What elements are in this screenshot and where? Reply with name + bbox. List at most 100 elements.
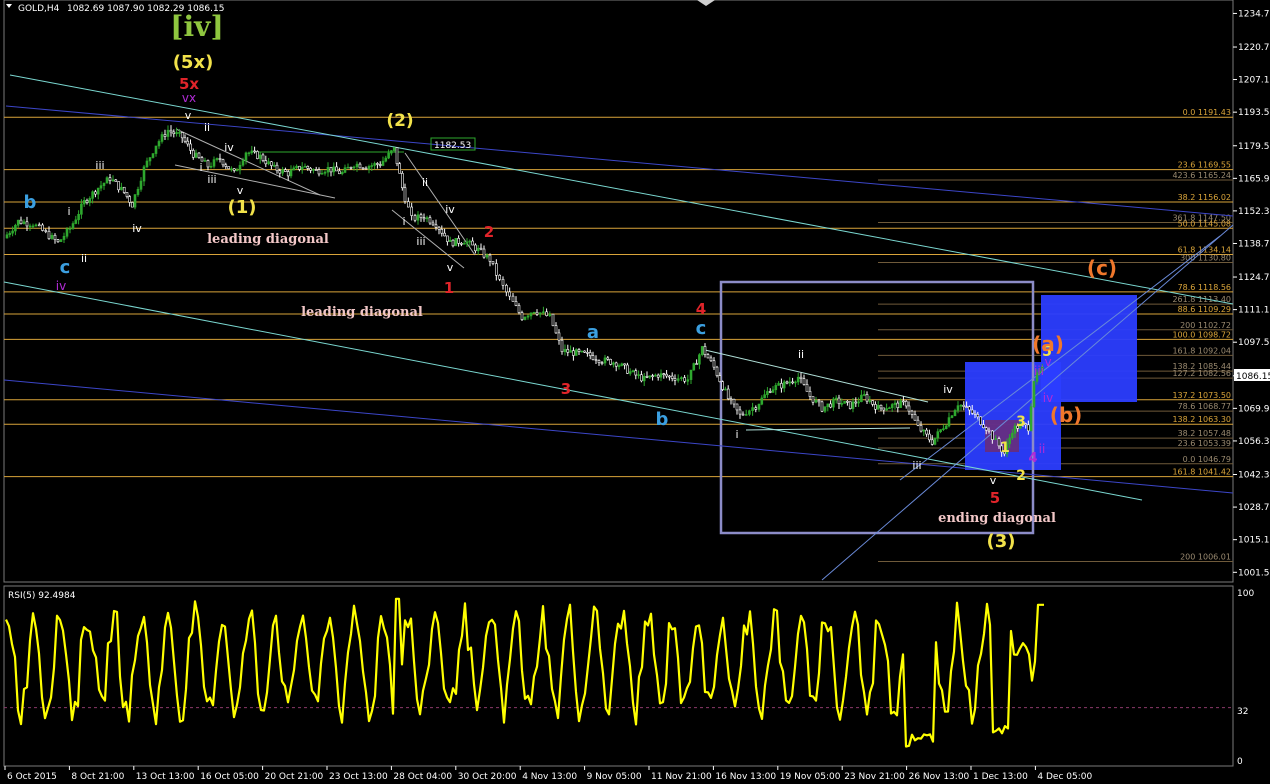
candle-body bbox=[367, 165, 371, 170]
wave-label: 2 bbox=[1016, 468, 1026, 484]
rsi-level-32: 32 bbox=[1237, 707, 1248, 717]
candle-body bbox=[31, 225, 35, 228]
price-chart[interactable]: 0.0 1191.43 23.6 1169.55423.6 1165.24 38.2… bbox=[0, 0, 1270, 784]
candle-body bbox=[656, 374, 660, 378]
wave-label: 4 bbox=[1028, 451, 1037, 466]
candle-body bbox=[295, 165, 298, 169]
fib-level-label: 200 1102.72 bbox=[1180, 321, 1231, 330]
candle-body bbox=[876, 404, 880, 410]
candle-body bbox=[820, 401, 824, 412]
candle-body bbox=[317, 169, 321, 175]
candle-body bbox=[175, 132, 178, 134]
wave-label: 3 bbox=[1016, 414, 1026, 430]
candle-body bbox=[597, 360, 601, 363]
price-tick-label: 1124.73 bbox=[1238, 273, 1270, 283]
candle-body bbox=[560, 339, 564, 353]
candle-body bbox=[419, 214, 423, 218]
candle-body bbox=[440, 229, 444, 234]
candle-body bbox=[637, 374, 640, 376]
candle-body bbox=[157, 141, 161, 147]
time-tick-label: 26 Nov 13:00 bbox=[909, 772, 970, 782]
candle-body bbox=[939, 429, 942, 433]
candle-body bbox=[314, 169, 318, 171]
candle-body bbox=[695, 363, 698, 365]
candle-body bbox=[82, 200, 86, 205]
candle-body bbox=[482, 248, 486, 258]
candle-body bbox=[1032, 381, 1036, 408]
time-tick-label: 13 Oct 13:00 bbox=[136, 772, 195, 782]
price-tick-label: 1056.33 bbox=[1238, 437, 1270, 447]
candle-body bbox=[642, 376, 646, 382]
candle-body bbox=[928, 433, 931, 441]
candle-body bbox=[413, 215, 417, 221]
time-tick-label: 6 Oct 2015 bbox=[7, 772, 57, 782]
price-tick-label: 1097.53 bbox=[1238, 338, 1270, 348]
rising-support-line bbox=[821, 224, 1234, 581]
candle-body bbox=[865, 394, 869, 402]
candle-body bbox=[862, 394, 866, 396]
candle-body bbox=[757, 403, 761, 410]
candle-body bbox=[298, 165, 301, 170]
candle-body bbox=[698, 354, 701, 365]
candle-body bbox=[808, 391, 812, 397]
price-tick-label: 1165.91 bbox=[1238, 174, 1270, 184]
price-tick-label: 1234.73 bbox=[1238, 9, 1270, 19]
candle-body bbox=[651, 375, 654, 377]
candle-body bbox=[125, 192, 129, 197]
candle-body bbox=[448, 239, 452, 242]
candle-body bbox=[258, 154, 262, 159]
wave-label: (a) bbox=[1032, 332, 1064, 356]
candle-body bbox=[535, 311, 539, 315]
candle-body bbox=[407, 201, 410, 208]
wave-label: iii bbox=[1034, 364, 1044, 378]
candle-body bbox=[335, 166, 338, 172]
wave-label: v bbox=[237, 184, 244, 197]
candle-body bbox=[563, 349, 567, 353]
candle-body bbox=[378, 164, 382, 166]
candle-body bbox=[721, 381, 724, 390]
candle-body bbox=[206, 160, 210, 168]
candle-body bbox=[766, 391, 769, 395]
candle-body bbox=[715, 366, 719, 376]
candle-body bbox=[612, 362, 615, 365]
candle-body bbox=[120, 186, 123, 191]
one-click-trade-arrow-icon[interactable] bbox=[697, 0, 715, 6]
time-tick-label: 19 Nov 05:00 bbox=[780, 772, 841, 782]
candle-body bbox=[874, 404, 877, 410]
dropdown-triangle-icon[interactable] bbox=[6, 4, 12, 8]
candle-body bbox=[554, 325, 558, 334]
candle-body bbox=[902, 400, 905, 403]
diag-1-upper bbox=[175, 128, 321, 196]
candle-body bbox=[913, 414, 917, 421]
candle-body bbox=[19, 219, 23, 224]
candle-body bbox=[965, 406, 968, 408]
candle-body bbox=[180, 132, 184, 139]
candle-body bbox=[197, 152, 201, 158]
candle-body bbox=[224, 164, 228, 167]
candle-body bbox=[264, 160, 268, 165]
candle-body bbox=[212, 159, 216, 167]
candle-body bbox=[744, 414, 748, 416]
fib-level-label: 38.2 1057.48 bbox=[1178, 429, 1231, 438]
candle-body bbox=[984, 427, 988, 431]
candle-body bbox=[851, 401, 855, 409]
candles bbox=[5, 125, 1044, 458]
wave-label: (3) bbox=[987, 531, 1016, 552]
time-tick-label: 16 Oct 05:00 bbox=[200, 772, 259, 782]
candle-body bbox=[381, 160, 385, 166]
candle-body bbox=[548, 313, 552, 316]
candle-body bbox=[154, 145, 158, 154]
candle-body bbox=[376, 163, 379, 165]
candle-body bbox=[270, 161, 273, 166]
candle-body bbox=[256, 151, 259, 159]
candle-body bbox=[451, 239, 455, 247]
candle-body bbox=[306, 165, 310, 169]
candle-body bbox=[457, 237, 460, 244]
candle-body bbox=[431, 222, 435, 226]
candle-body bbox=[574, 349, 578, 356]
candle-body bbox=[738, 409, 742, 415]
candle-body bbox=[275, 164, 279, 171]
candle-body bbox=[71, 223, 75, 229]
candle-body bbox=[476, 247, 480, 252]
rsi-panel-frame bbox=[3, 585, 1234, 767]
